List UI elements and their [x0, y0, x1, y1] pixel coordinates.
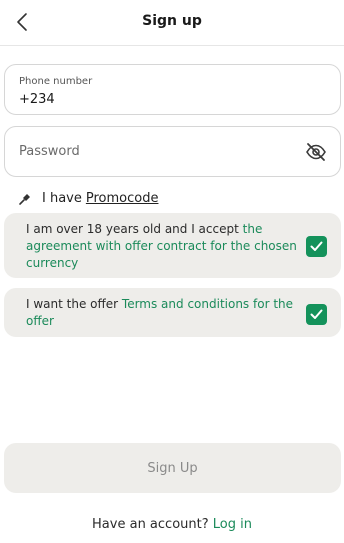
page-title: Sign up: [142, 13, 202, 29]
offer-consent-text: I want the offer Terms and conditions fo…: [26, 297, 294, 328]
offer-consent-card[interactable]: I want the offer Terms and conditions fo…: [4, 288, 341, 337]
phone-number-value[interactable]: +234: [19, 92, 55, 107]
offer-consent-checkbox[interactable]: [306, 304, 327, 325]
promocode-link[interactable]: Promocode: [86, 191, 159, 206]
password-field[interactable]: Password: [4, 126, 341, 177]
age-consent-checkbox[interactable]: [306, 236, 327, 257]
login-prompt: Have an account? Log in: [0, 517, 344, 532]
checkmark-icon: [310, 241, 323, 251]
age-consent-text: I am over 18 years old and I accept the …: [26, 222, 297, 270]
promocode-row[interactable]: I have Promocode: [18, 188, 158, 208]
phone-number-label: Phone number: [19, 76, 93, 87]
have-account-text: Have an account?: [92, 517, 209, 532]
checkmark-icon: [310, 309, 323, 319]
top-bar: Sign up: [0, 0, 344, 46]
password-placeholder[interactable]: Password: [19, 144, 80, 159]
pin-icon: [18, 191, 32, 205]
sign-up-button[interactable]: Sign Up: [4, 443, 341, 493]
phone-number-field[interactable]: Phone number +234: [4, 64, 341, 115]
promocode-prefix: I have: [42, 190, 82, 206]
eye-slash-icon[interactable]: [305, 141, 327, 163]
age-consent-card[interactable]: I am over 18 years old and I accept the …: [4, 213, 341, 278]
login-link[interactable]: Log in: [213, 517, 252, 532]
